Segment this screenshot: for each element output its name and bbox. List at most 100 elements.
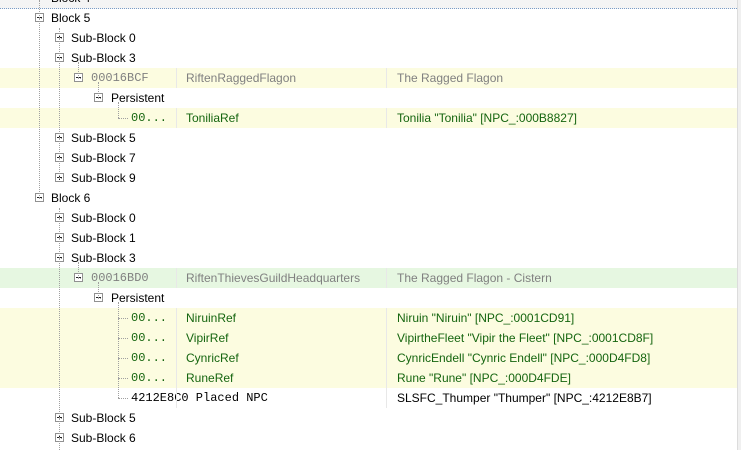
- editor-id-cell: NiruinRef: [186, 311, 237, 325]
- tree-row-folder-closed[interactable]: Sub-Block 6: [0, 428, 741, 448]
- tree-connector-line: [59, 218, 64, 219]
- column-separator: [176, 328, 177, 348]
- row-label: 00...: [131, 111, 168, 125]
- tree-connector-line: [59, 418, 64, 419]
- row-label: Block 5: [51, 11, 91, 25]
- tree-connector-line: [118, 398, 128, 399]
- tree-row-folder-closed[interactable]: Sub-Block 5: [0, 408, 741, 428]
- name-cell: The Ragged Flagon: [397, 71, 504, 85]
- tree-row-folder-open[interactable]: Sub-Block 3: [0, 248, 741, 268]
- column-separator: [386, 108, 387, 128]
- row-label: 00...: [131, 311, 168, 325]
- tree-connector-line: [98, 98, 103, 99]
- tree-connector-line: [98, 298, 103, 299]
- row-label: 00...: [131, 351, 168, 365]
- name-cell: SLSFC_Thumper "Thumper" [NPC_:4212E8B7]: [397, 391, 652, 405]
- name-cell: Tonilia "Tonilia" [NPC_:000B8827]: [397, 111, 577, 125]
- column-separator: [176, 68, 177, 88]
- tree-connector-line: [59, 238, 64, 239]
- tree-row-folder-closed[interactable]: Sub-Block 0: [0, 28, 741, 48]
- row-label: 00...: [131, 371, 168, 385]
- tree-row-ref[interactable]: 00... NiruinRef Niruin "Niruin" [NPC_:0001…: [0, 308, 741, 328]
- tree-row-ref[interactable]: 00... CynricRef CynricEndell "Cynric Endel…: [0, 348, 741, 368]
- tree-row-folder-open[interactable]: Persistent: [0, 88, 741, 108]
- row-label: Sub-Block 5: [71, 411, 136, 425]
- name-cell: Niruin "Niruin" [NPC_:0001CD91]: [397, 311, 575, 325]
- tree-connector-line: [118, 318, 128, 319]
- tree-connector-line: [118, 358, 128, 359]
- tree-row-cell[interactable]: 00016BCF RiftenRaggedFlagon The Ragged Fla…: [0, 68, 741, 88]
- row-label: Sub-Block 3: [71, 251, 136, 265]
- row-label: 00016BD0: [91, 271, 149, 285]
- tree-row-folder-closed[interactable]: Sub-Block 5: [0, 128, 741, 148]
- row-label: Sub-Block 0: [71, 31, 136, 45]
- editor-id-cell: ToniliaRef: [186, 111, 239, 125]
- row-label: Sub-Block 0: [71, 211, 136, 225]
- column-separator: [176, 368, 177, 388]
- tree-connector-line: [59, 208, 60, 450]
- tree-row-folder-closed[interactable]: Sub-Block 1: [0, 228, 741, 248]
- tree-row-ref[interactable]: 00... RuneRef Rune "Rune" [NPC_:000D4FDE]: [0, 368, 741, 388]
- tree-row-folder-open[interactable]: Block 6: [0, 188, 741, 208]
- row-label: Sub-Block 1: [71, 231, 136, 245]
- tree-connector-line: [59, 138, 64, 139]
- name-cell: VipirtheFleet "Vipir the Fleet" [NPC_:00…: [397, 331, 654, 345]
- tree-connector-line: [118, 378, 128, 379]
- tree-connector-line: [98, 82, 99, 98]
- column-separator: [176, 268, 177, 288]
- editor-id-cell: RiftenRaggedFlagon: [186, 71, 297, 85]
- column-separator: [176, 108, 177, 128]
- tree-connector-line: [98, 282, 99, 298]
- tree-connector-line: [59, 28, 60, 178]
- row-label: Block 4: [51, 0, 90, 8]
- tree-connector-line: [78, 62, 79, 78]
- tree-connector-line: [118, 102, 119, 118]
- tree-connector-line: [59, 178, 64, 179]
- tree-connector-line: [59, 258, 64, 259]
- row-label: 00016BCF: [91, 71, 149, 85]
- record-tree-view[interactable]: Block 4 Block 5 Sub-Block 0 Sub-Block 3 000…: [0, 0, 741, 450]
- column-separator: [176, 308, 177, 328]
- tree-row-folder-open[interactable]: Persistent: [0, 288, 741, 308]
- row-label: Sub-Block 6: [71, 431, 136, 445]
- column-separator: [386, 268, 387, 288]
- tree-connector-line: [39, 198, 44, 199]
- row-label: Block 6: [51, 191, 91, 205]
- editor-id-cell: VipirRef: [186, 331, 229, 345]
- tree-connector-line: [59, 438, 64, 439]
- row-label: 00...: [131, 331, 168, 345]
- row-label: Sub-Block 5: [71, 131, 136, 145]
- tree-row-ref-plain[interactable]: 4212E8C0 Placed NPC SLSFC_Thumper "Thumpe…: [0, 388, 741, 408]
- name-cell: The Ragged Flagon - Cistern: [397, 271, 552, 285]
- tree-connector-line: [78, 78, 83, 79]
- column-separator: [386, 348, 387, 368]
- tree-row-folder-closed[interactable]: Sub-Block 7: [0, 148, 741, 168]
- editor-id-cell: RuneRef: [186, 371, 234, 385]
- column-separator: [386, 388, 387, 408]
- tree-row-folder-open[interactable]: Sub-Block 3: [0, 48, 741, 68]
- tree-row-folder-closed[interactable]: Sub-Block 9: [0, 168, 741, 188]
- tree-row-folder-open[interactable]: Block 5: [0, 8, 741, 28]
- row-label: Persistent: [111, 91, 165, 105]
- row-label: Sub-Block 9: [71, 171, 136, 185]
- tree-connector-line: [118, 338, 128, 339]
- tree-connector-line: [78, 278, 83, 279]
- tree-row-cell[interactable]: 00016BD0 RiftenThievesGuildHeadquarters Th…: [0, 268, 741, 288]
- tree-connector-line: [59, 38, 64, 39]
- column-separator: [386, 308, 387, 328]
- tree-row-ref[interactable]: 00... ToniliaRef Tonilia "Tonilia" [NPC_:0…: [0, 108, 741, 128]
- tree-connector-line: [78, 262, 79, 278]
- tree-connector-line: [39, 18, 44, 19]
- row-label: 4212E8C0 Placed NPC: [131, 391, 268, 405]
- column-separator: [176, 388, 177, 408]
- vertical-scrollbar[interactable]: [737, 0, 741, 450]
- column-separator: [386, 328, 387, 348]
- tree-row-ref[interactable]: 00... VipirRef VipirtheFleet "Vipir the Fl…: [0, 328, 741, 348]
- name-cell: CynricEndell "Cynric Endell" [NPC_:000D4…: [397, 351, 651, 365]
- editor-id-cell: CynricRef: [186, 351, 239, 365]
- tree-connector-line: [118, 118, 128, 119]
- tree-row-folder-closed[interactable]: Sub-Block 0: [0, 208, 741, 228]
- name-cell: Rune "Rune" [NPC_:000D4FDE]: [397, 371, 571, 385]
- row-label: Sub-Block 3: [71, 51, 136, 65]
- tree-connector-line: [39, 0, 40, 198]
